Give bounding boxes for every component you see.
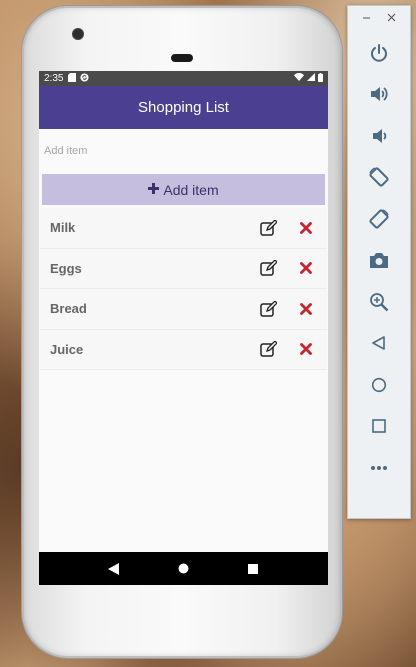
- close-icon[interactable]: [387, 13, 396, 25]
- nav-home-icon[interactable]: [173, 559, 193, 579]
- add-item-input[interactable]: [44, 145, 323, 157]
- status-time: 2:35: [44, 73, 64, 84]
- item-name: Milk: [50, 220, 76, 236]
- edit-icon[interactable]: [257, 298, 279, 320]
- signal-icon: [307, 73, 315, 84]
- back-icon[interactable]: [348, 323, 410, 365]
- battery-icon: [318, 72, 323, 85]
- delete-icon[interactable]: [295, 298, 317, 320]
- device-screen: 2:35 Shopping List Add item Add item Mil…: [39, 71, 328, 585]
- edit-icon[interactable]: [257, 257, 279, 279]
- volume-down-icon[interactable]: [348, 115, 410, 157]
- overview-icon[interactable]: [348, 406, 410, 448]
- wifi-icon: [294, 73, 304, 84]
- list-item: Bread: [40, 289, 327, 330]
- add-item-button-label: Add item: [163, 181, 219, 198]
- app-title: Shopping List: [138, 99, 229, 116]
- rotate-left-icon[interactable]: [348, 157, 410, 199]
- zoom-icon[interactable]: [348, 281, 410, 323]
- add-item-row: [39, 129, 328, 173]
- plus-icon: [148, 181, 160, 199]
- list-item: Eggs: [40, 248, 327, 289]
- power-icon[interactable]: [348, 32, 410, 74]
- item-name: Eggs: [50, 260, 82, 276]
- navigation-bar: [39, 552, 328, 585]
- delete-icon[interactable]: [295, 217, 317, 239]
- emulator-window-controls: [348, 6, 410, 32]
- more-icon[interactable]: [348, 447, 410, 489]
- rotate-right-icon[interactable]: [348, 198, 410, 240]
- earpiece-speaker: [171, 54, 193, 62]
- item-name: Bread: [50, 301, 87, 317]
- list-item: Milk: [40, 208, 327, 249]
- phone-frame: 2:35 Shopping List Add item Add item Mil…: [22, 6, 342, 658]
- delete-icon[interactable]: [295, 257, 317, 279]
- nav-overview-icon[interactable]: [243, 559, 263, 579]
- sync-icon: [80, 73, 90, 84]
- emulator-toolbar: [347, 5, 411, 519]
- volume-up-icon[interactable]: [348, 74, 410, 116]
- edit-icon[interactable]: [257, 338, 279, 360]
- shopping-list: Milk Eggs Bread Juice: [39, 208, 328, 370]
- item-name: Juice: [50, 341, 84, 357]
- sd-card-icon: [68, 73, 77, 84]
- edit-icon[interactable]: [257, 217, 279, 239]
- home-icon[interactable]: [348, 364, 410, 406]
- status-bar: 2:35: [39, 71, 328, 86]
- nav-back-icon[interactable]: [104, 559, 124, 579]
- front-camera: [72, 28, 84, 40]
- list-item: Juice: [40, 329, 327, 370]
- delete-icon[interactable]: [295, 338, 317, 360]
- app-bar: Shopping List: [39, 86, 328, 129]
- add-item-button[interactable]: Add item: [42, 174, 325, 205]
- minimize-icon[interactable]: [362, 13, 371, 25]
- camera-icon[interactable]: [348, 240, 410, 282]
